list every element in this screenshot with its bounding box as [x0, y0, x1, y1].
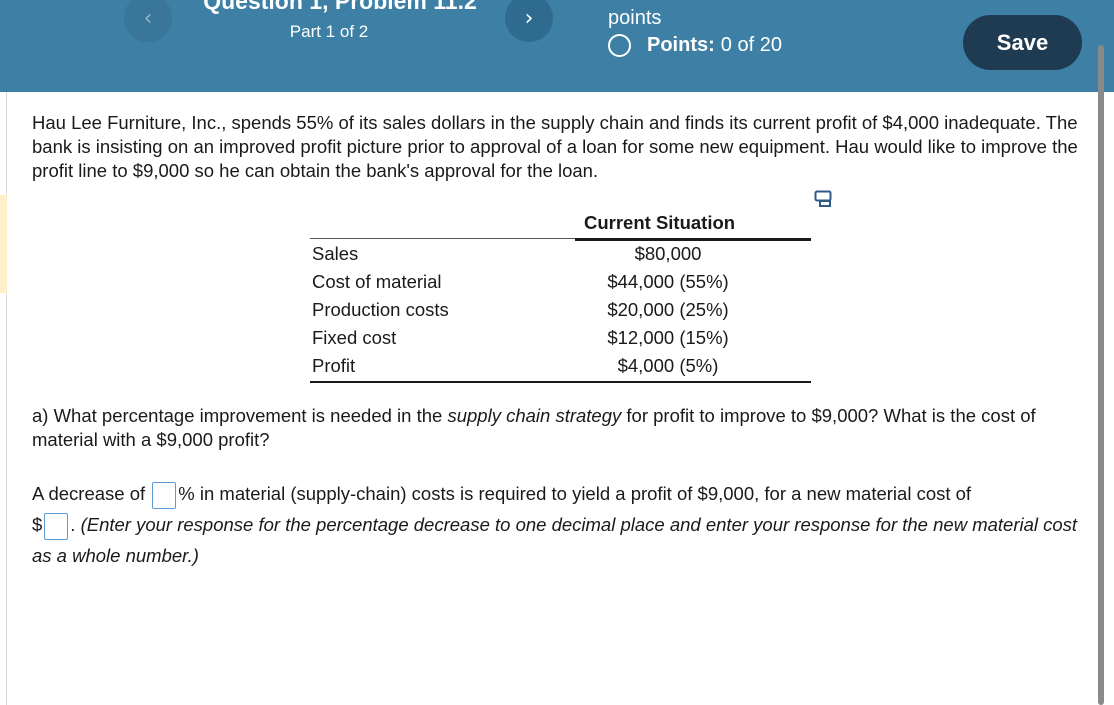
table-row: Fixed cost $12,000 (15%): [312, 327, 812, 355]
question-part-a: a) What percentage improvement is needed…: [32, 404, 1082, 452]
content-left-border: [6, 92, 7, 705]
row-label: Cost of material: [312, 271, 442, 292]
row-value: $4,000 (5%): [617, 355, 719, 376]
answer-period: .: [70, 514, 76, 535]
chevron-left-icon: ‹: [143, 5, 153, 31]
scrollbar[interactable]: [1098, 45, 1104, 705]
save-button[interactable]: Save: [963, 15, 1082, 70]
answer-statement: A decrease of % in material (supply-chai…: [32, 478, 1082, 571]
row-value: $20,000 (25%): [607, 299, 729, 320]
table-top-rule: [310, 238, 575, 239]
row-label: Profit: [312, 355, 356, 376]
row-value: $12,000 (15%): [607, 327, 729, 348]
row-value: $80,000: [634, 243, 702, 264]
question-title: Question 1, Problem 11.2: [203, 0, 477, 14]
answer-prefix: A decrease of: [32, 483, 146, 504]
row-label: Fixed cost: [312, 327, 397, 348]
previous-question-button[interactable]: ‹: [124, 0, 172, 42]
question-text-1: a) What percentage improvement is needed…: [32, 405, 448, 426]
row-label: Production costs: [312, 299, 449, 320]
table-header: Current Situation: [584, 212, 736, 233]
part-label: Part 1 of 2: [289, 22, 369, 41]
table-row: Sales $80,000: [312, 243, 812, 271]
percent-decrease-input[interactable]: [152, 481, 177, 509]
points-status: Points: 0 of 20: [608, 34, 782, 57]
table-header-rule: [575, 238, 811, 241]
dollar-sign: $: [32, 514, 43, 535]
table-row: Cost of material $44,000 (55%): [312, 271, 812, 299]
table-row: Production costs $20,000 (25%): [312, 299, 812, 327]
row-label: Sales: [312, 243, 359, 264]
row-value: $44,000 (55%): [607, 271, 729, 292]
points-word: points: [608, 7, 662, 29]
left-highlight-strip: [0, 195, 7, 293]
next-question-button[interactable]: ›: [505, 0, 553, 42]
chevron-right-icon: ›: [524, 5, 534, 31]
copy-table-icon[interactable]: [814, 190, 834, 208]
points-value: 0 of 20: [720, 34, 782, 56]
table-bottom-rule: [310, 381, 811, 383]
table-row: Profit $4,000 (5%): [312, 355, 812, 383]
points-circle-icon: [608, 34, 631, 57]
answer-middle: % in material (supply-chain) costs is re…: [178, 483, 972, 504]
problem-statement: Hau Lee Furniture, Inc., spends 55% of i…: [32, 112, 1078, 181]
question-emphasis: supply chain strategy: [447, 405, 622, 426]
material-cost-input[interactable]: [44, 512, 69, 540]
header-bar: ‹ Question 1, Problem 11.2 Part 1 of 2 ›…: [0, 0, 1114, 92]
answer-instructions: (Enter your response for the percentage …: [32, 514, 1078, 566]
points-label: Points:: [647, 34, 715, 56]
